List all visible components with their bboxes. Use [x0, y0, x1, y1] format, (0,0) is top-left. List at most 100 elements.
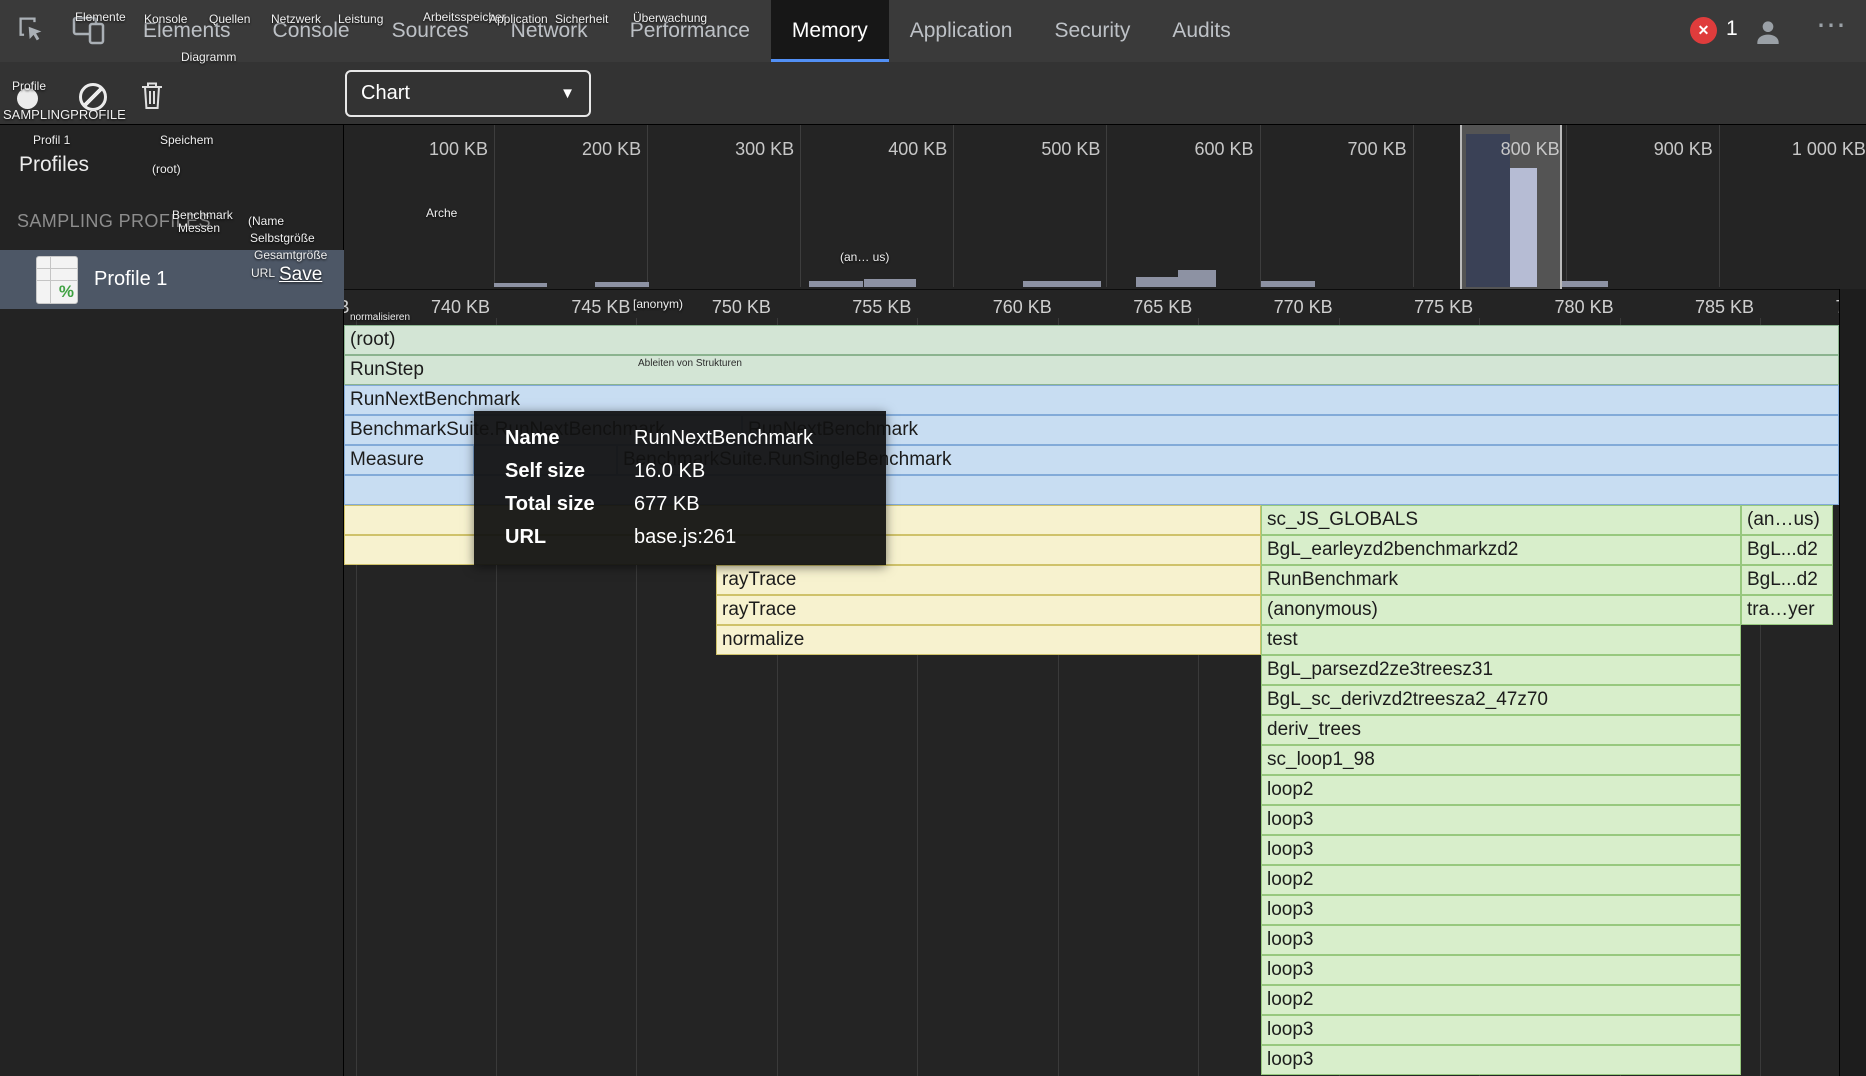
translation-overlay: [anonym)	[633, 297, 683, 311]
flame-block-BgL...d2[interactable]: BgL...d2	[1741, 565, 1833, 595]
flame-block-rayTrace[interactable]: rayTrace	[716, 565, 1261, 595]
translation-overlay: (Name	[248, 214, 284, 228]
ruler-tick-label: 770 KB	[1274, 297, 1339, 318]
gridline	[494, 125, 495, 287]
memory-bar	[1178, 270, 1216, 287]
translation-overlay: Sicherheit	[555, 12, 608, 26]
devtools-window: ElementsConsoleSourcesNetworkPerformance…	[0, 0, 1866, 1076]
flame-block-loop2[interactable]: loop2	[1261, 865, 1741, 895]
translation-overlay: (root)	[152, 162, 181, 176]
ruler-tick-label: 745 KB	[571, 297, 636, 318]
gridline	[647, 125, 648, 287]
tab-performance[interactable]: Performance	[609, 0, 771, 62]
flame-block-loop2[interactable]: loop2	[1261, 775, 1741, 805]
flame-block-normalize[interactable]: normalize	[716, 625, 1261, 655]
flame-block-Measure[interactable]: Measure	[344, 445, 474, 475]
more-options-icon[interactable]: ⋯	[1816, 8, 1847, 43]
flame-block-RunStep[interactable]: RunStep	[344, 355, 1839, 385]
save-link[interactable]: Save	[279, 264, 322, 286]
ruler-tick-label: 200 KB	[582, 139, 647, 160]
memory-overview[interactable]: 100 KB200 KB300 KB400 KB500 KB600 KB700 …	[344, 125, 1866, 289]
memory-bar	[1136, 277, 1178, 287]
tooltip-value: base.js:261	[634, 522, 866, 553]
translation-overlay: SAMPLINGPROFILE	[3, 107, 126, 122]
ruler-tick-label: 600 KB	[1194, 139, 1259, 160]
tab-console[interactable]: Console	[252, 0, 371, 62]
tab-application[interactable]: Application	[889, 0, 1034, 62]
ruler-tick-label: 740 KB	[431, 297, 496, 318]
translation-overlay: Elemente	[75, 10, 126, 24]
flame-block-loop3[interactable]: loop3	[1261, 925, 1741, 955]
flame-block-loop3[interactable]: loop3	[1261, 835, 1741, 865]
translation-overlay: Messen	[178, 221, 220, 235]
tab-audits[interactable]: Audits	[1151, 0, 1251, 62]
flame-block-BgL...d2[interactable]: BgL...d2	[1741, 535, 1833, 565]
error-count: 1	[1726, 17, 1738, 41]
flame-block-loop2[interactable]: loop2	[1261, 985, 1741, 1015]
tooltip-label: Self size	[505, 456, 634, 487]
ruler-tick-label: 800 KB	[1501, 139, 1566, 160]
flame-block-loop3[interactable]: loop3	[1261, 1015, 1741, 1045]
ruler-tick-label: 100 KB	[429, 139, 494, 160]
ruler-tick-label: 755 KB	[852, 297, 917, 318]
flame-block-BgL_sc_derivzd2treesza2_47z70[interactable]: BgL_sc_derivzd2treesza2_47z70	[1261, 685, 1741, 715]
gridline	[1566, 125, 1567, 287]
translation-overlay: Konsole	[144, 12, 187, 26]
profile-name: Profile 1	[94, 268, 167, 291]
ruler-tick-label: 700 KB	[1348, 139, 1413, 160]
flame-block-rayTrace[interactable]: rayTrace	[716, 595, 1261, 625]
tooltip-label: URL	[505, 522, 634, 553]
tab-network[interactable]: Network	[490, 0, 609, 62]
flame-block-BgL_earleyzd2benchmarkzd2[interactable]: BgL_earleyzd2benchmarkzd2	[1261, 535, 1741, 565]
flame-block-RunNextBenchmark[interactable]: RunNextBenchmark	[742, 415, 1839, 445]
memory-bar	[809, 281, 863, 287]
flame-block-(root)[interactable]: (root)	[344, 325, 1839, 355]
error-badge-icon[interactable]: ✕	[1690, 17, 1717, 44]
tooltip: NameRunNextBenchmarkSelf size16.0 KBTota…	[474, 411, 886, 565]
flame-block-tra…yer[interactable]: tra…yer	[1741, 595, 1833, 625]
trash-icon[interactable]	[140, 80, 164, 115]
tab-security[interactable]: Security	[1033, 0, 1151, 62]
profiler-toolbar: Chart ▼	[0, 62, 1866, 125]
devtools-main-toolbar: ElementsConsoleSourcesNetworkPerformance…	[0, 0, 1866, 62]
view-mode-value: Chart	[361, 82, 410, 105]
memory-bar	[1023, 281, 1101, 287]
flame-block-loop3[interactable]: loop3	[1261, 1045, 1741, 1075]
panel-tabs: ElementsConsoleSourcesNetworkPerformance…	[122, 0, 1252, 62]
memory-bar	[1510, 168, 1537, 287]
translation-overlay: Benchmark	[172, 208, 233, 222]
translation-overlay: Selbstgröße	[250, 231, 315, 245]
flame-block-loop3[interactable]: loop3	[1261, 805, 1741, 835]
tooltip-value: 677 KB	[634, 489, 866, 520]
flame-chart: NameRunNextBenchmarkSelf size16.0 KBTota…	[344, 289, 1839, 1076]
flame-block-test[interactable]: test	[1261, 625, 1741, 655]
ruler-tick-label: 765 KB	[1133, 297, 1198, 318]
tooltip-value: RunNextBenchmark	[634, 423, 866, 454]
flame-block-loop3[interactable]: loop3	[1261, 895, 1741, 925]
profile-person-icon[interactable]	[1752, 16, 1784, 53]
translation-overlay: Arche	[426, 206, 457, 220]
chevron-down-icon: ▼	[560, 85, 575, 102]
ruler-tick-label: 900 KB	[1654, 139, 1719, 160]
flame-block-sc_JS_GLOBALS[interactable]: sc_JS_GLOBALS	[1261, 505, 1741, 535]
ruler-tick-label: 760 KB	[993, 297, 1058, 318]
flame-block-(anonymous)[interactable]: (anonymous)	[1261, 595, 1741, 625]
memory-bar	[1261, 281, 1315, 287]
ruler-tick-label: 1 000 KB	[1792, 139, 1866, 160]
flame-block-sc_loop1_98[interactable]: sc_loop1_98	[1261, 745, 1741, 775]
flame-block-deriv_trees[interactable]: deriv_trees	[1261, 715, 1741, 745]
tab-memory[interactable]: Memory	[771, 0, 889, 62]
ruler-tick-label: 400 KB	[888, 139, 953, 160]
flame-block-(an…us)[interactable]: (an…us)	[1741, 505, 1833, 535]
gridline	[1106, 125, 1107, 287]
translation-overlay: (an… us)	[840, 250, 889, 264]
flame-block-loop3[interactable]: loop3	[1261, 955, 1741, 985]
flame-block-BgL_parsezd2ze3treesz31[interactable]: BgL_parsezd2ze3treesz31	[1261, 655, 1741, 685]
inspect-element-icon[interactable]	[16, 14, 46, 49]
tooltip-label: Total size	[505, 489, 634, 520]
flame-block-RunBenchmark[interactable]: RunBenchmark	[1261, 565, 1741, 595]
translation-overlay: Quellen	[209, 12, 250, 26]
ruler-tick-label: 780 KB	[1555, 297, 1620, 318]
view-mode-select[interactable]: Chart ▼	[345, 70, 591, 117]
scrollbar-track[interactable]	[1839, 289, 1866, 1076]
